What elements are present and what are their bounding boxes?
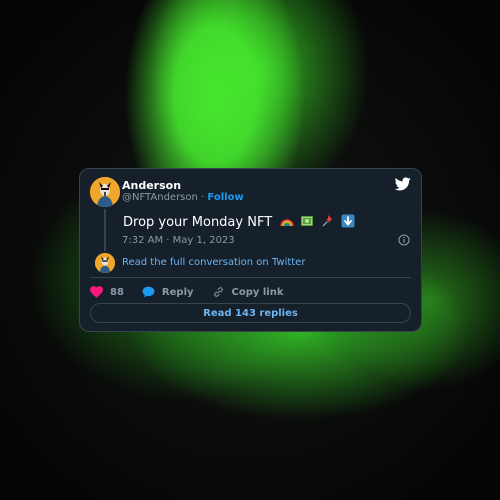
thread-connector-line bbox=[104, 209, 106, 251]
read-replies-button[interactable]: Read 143 replies bbox=[90, 303, 411, 323]
twitter-bird-icon[interactable] bbox=[395, 177, 411, 191]
author-name[interactable]: Anderson bbox=[122, 179, 181, 192]
down-arrow-emoji bbox=[341, 214, 355, 228]
author-avatar-small bbox=[95, 253, 115, 273]
like-count: 88 bbox=[110, 286, 124, 298]
tweet-actions: 88 Reply Copy link bbox=[90, 285, 302, 299]
info-icon[interactable] bbox=[398, 234, 410, 246]
tweet-text-body: Drop your Monday NFT bbox=[123, 215, 273, 230]
copy-link-label: Copy link bbox=[231, 286, 284, 298]
card-divider bbox=[90, 277, 411, 278]
read-full-conversation-link[interactable]: Read the full conversation on Twitter bbox=[122, 257, 305, 268]
speech-bubble-icon bbox=[142, 286, 155, 298]
avatar-image-small bbox=[95, 253, 115, 273]
author-handle-row: @NFTAnderson · Follow bbox=[122, 192, 244, 203]
link-icon bbox=[213, 287, 223, 297]
rainbow-emoji bbox=[280, 214, 295, 228]
copy-link-button[interactable]: Copy link bbox=[212, 286, 284, 298]
money-emoji bbox=[300, 214, 314, 228]
tweet-timestamp[interactable]: 7:32 AM · May 1, 2023 bbox=[122, 235, 235, 246]
reply-label: Reply bbox=[161, 286, 194, 298]
read-replies-label: Read 143 replies bbox=[203, 307, 298, 319]
like-button[interactable]: 88 bbox=[90, 286, 124, 298]
separator-dot: · bbox=[201, 192, 205, 203]
heart-icon bbox=[90, 286, 103, 298]
pushpin-emoji bbox=[321, 214, 335, 228]
reply-button[interactable]: Reply bbox=[142, 286, 194, 298]
embedded-tweet-card: Anderson @NFTAnderson · Follow Drop your… bbox=[79, 168, 422, 332]
author-avatar[interactable] bbox=[90, 177, 120, 207]
author-handle[interactable]: @NFTAnderson bbox=[122, 192, 198, 203]
tweet-text: Drop your Monday NFT bbox=[123, 214, 357, 230]
avatar-image bbox=[90, 177, 120, 207]
follow-button[interactable]: Follow bbox=[207, 192, 243, 203]
